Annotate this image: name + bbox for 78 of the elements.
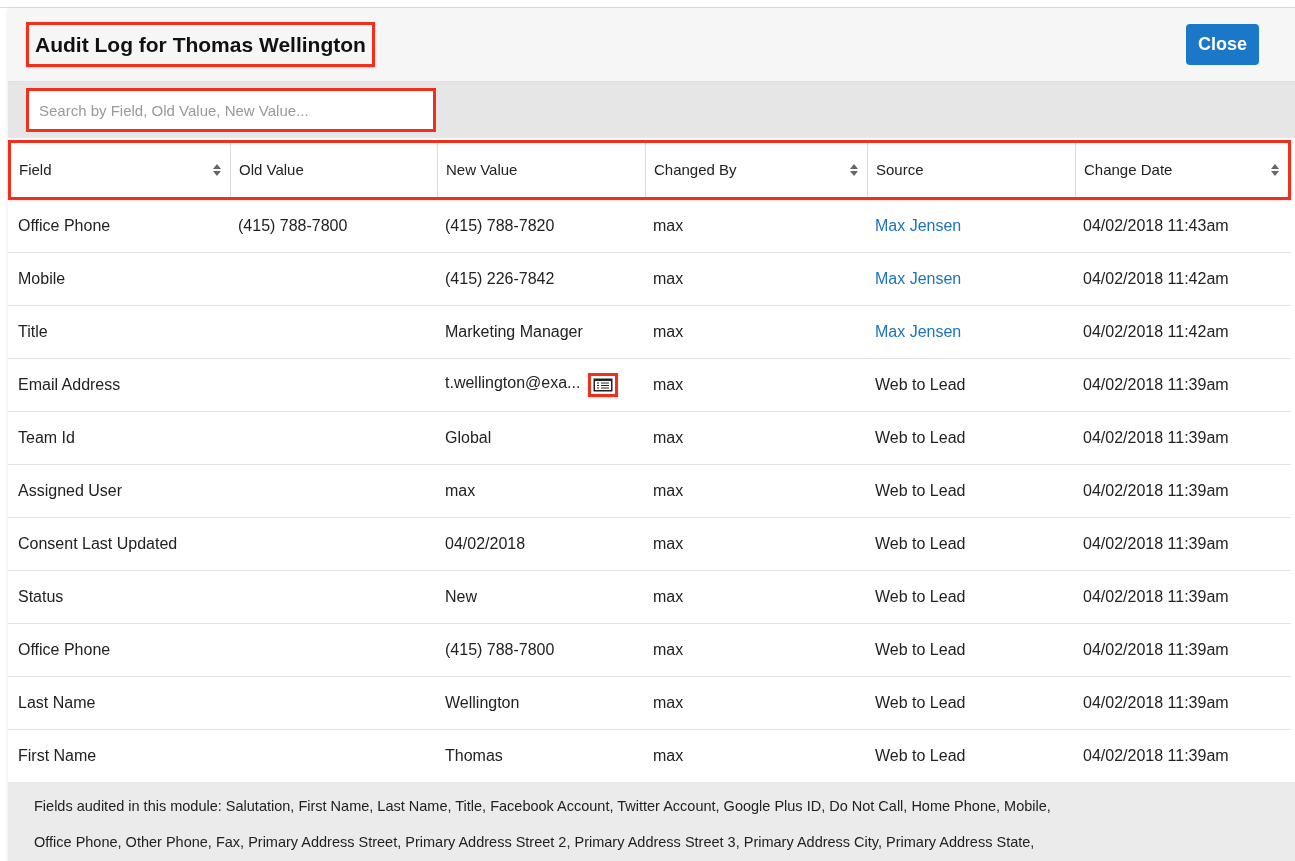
table-cell-text: Consent Last Updated — [18, 534, 178, 554]
column-header[interactable]: New Value — [438, 143, 646, 197]
table-cell-text: Web to Lead — [875, 481, 966, 501]
table-cell-text: max — [653, 534, 684, 554]
table-cell-text: Web to Lead — [875, 693, 966, 713]
table-cell-text: Status — [18, 587, 64, 607]
table-cell-text: 04/02/2018 11:42am — [1083, 269, 1229, 289]
column-header-label: New Value — [446, 159, 518, 180]
table-cell-text: Title — [18, 322, 48, 342]
table-cell-text: (415) 788-7800 — [238, 216, 348, 236]
table-cell-text: max — [653, 693, 684, 713]
column-header[interactable]: Change Date — [1076, 143, 1288, 197]
table-cell-text: Web to Lead — [875, 587, 966, 607]
search-field[interactable]: Search by Field, Old Value, New Value... — [26, 88, 436, 132]
close-button[interactable]: Close — [1185, 24, 1259, 65]
table-cell-text: 04/02/2018 11:39am — [1083, 640, 1229, 660]
sort-icon[interactable] — [1270, 163, 1280, 177]
table-cell-text: max — [653, 322, 684, 342]
column-header-label: Old Value — [239, 159, 304, 180]
column-header[interactable]: Source — [868, 143, 1076, 197]
table-cell-text: 04/02/2018 11:39am — [1083, 428, 1229, 448]
table-cell-text: 04/02/2018 11:39am — [1083, 481, 1229, 501]
details-button[interactable] — [588, 373, 619, 397]
table-cell-text: max — [653, 481, 684, 501]
source-link[interactable]: Max Jensen — [875, 320, 962, 344]
table-cell-text: max — [653, 269, 684, 289]
table-cell-text: Web to Lead — [875, 640, 966, 660]
sort-icon[interactable] — [849, 163, 859, 177]
table-cell-text: Office Phone — [18, 216, 111, 236]
table-cell-text: 04/02/2018 11:42am — [1083, 322, 1229, 342]
table-cell-text: Marketing Manager — [445, 322, 583, 342]
table-cell-text: 04/02/2018 — [445, 534, 526, 554]
table-cell-text: New — [445, 587, 477, 607]
table-cell-text: 04/02/2018 11:39am — [1083, 375, 1229, 395]
table-cell-text: Mobile — [18, 269, 66, 289]
column-header-label: Source — [876, 159, 924, 180]
table-cell-text: 04/02/2018 11:39am — [1083, 587, 1229, 607]
source-link[interactable]: Max Jensen — [875, 214, 962, 238]
table-cell-text: (415) 226-7842 — [445, 269, 555, 289]
column-header-label: Change Date — [1084, 159, 1173, 180]
table-cell-text: Web to Lead — [875, 428, 966, 448]
table-cell-text: max — [653, 375, 684, 395]
table-cell-text: Web to Lead — [875, 375, 966, 395]
table-cell-text: 04/02/2018 11:43am — [1083, 216, 1229, 236]
table-cell-text: Office Phone — [18, 640, 111, 660]
table-cell-text: t.wellington@exa... — [445, 373, 581, 393]
column-header[interactable]: Changed By — [646, 143, 868, 197]
table-cell-text: Wellington — [445, 693, 520, 713]
table-cell-text: max — [653, 587, 684, 607]
footer-text: Office Phone, Other Phone, Fax, Primary Address Street, Primary Address Street 2, Primary Address Street 3, Primary Address City, Primary Address State, — [34, 832, 1036, 852]
table-cell-text: (415) 788-7800 — [445, 640, 555, 660]
table-cell-text: Web to Lead — [875, 534, 966, 554]
source-link[interactable]: Max Jensen — [875, 267, 962, 291]
table-cell-text: Global — [445, 428, 492, 448]
table-cell-text: max — [445, 481, 476, 501]
table-cell-text: max — [653, 746, 684, 766]
footer-text: Fields audited in this module: Salutation, First Name, Last Name, Title, Facebook Account, Twitter Account, Google Plus ID, Do Not Call, Home Phone, Mobile, — [34, 797, 1052, 816]
table-cell-text: Thomas — [445, 746, 503, 766]
dialog-title: Audit Log for Thomas Wellington — [35, 31, 366, 58]
table-cell-text: 04/02/2018 11:39am — [1083, 693, 1229, 713]
table-cell-text: Web to Lead — [875, 746, 966, 766]
column-header[interactable]: Old Value — [231, 143, 438, 197]
column-header-label: Field — [19, 159, 52, 180]
table-cell-text: Assigned User — [18, 481, 123, 501]
column-header-label: Changed By — [654, 159, 737, 180]
list-icon — [593, 378, 614, 392]
sort-icon[interactable] — [212, 163, 222, 177]
column-header[interactable]: Field — [11, 143, 231, 197]
table-cell-text: 04/02/2018 11:39am — [1083, 746, 1229, 766]
table-cell-text: First Name — [18, 746, 97, 766]
table-cell-text: (415) 788-7820 — [445, 216, 555, 236]
table-cell-text: max — [653, 640, 684, 660]
table-cell-text: max — [653, 216, 684, 236]
table-cell-text: max — [653, 428, 684, 448]
table-cell-text: Team Id — [18, 428, 75, 448]
table-cell-text: Last Name — [18, 693, 96, 713]
table-cell-text: 04/02/2018 11:39am — [1083, 534, 1229, 554]
table-cell-text: Email Address — [18, 375, 121, 395]
